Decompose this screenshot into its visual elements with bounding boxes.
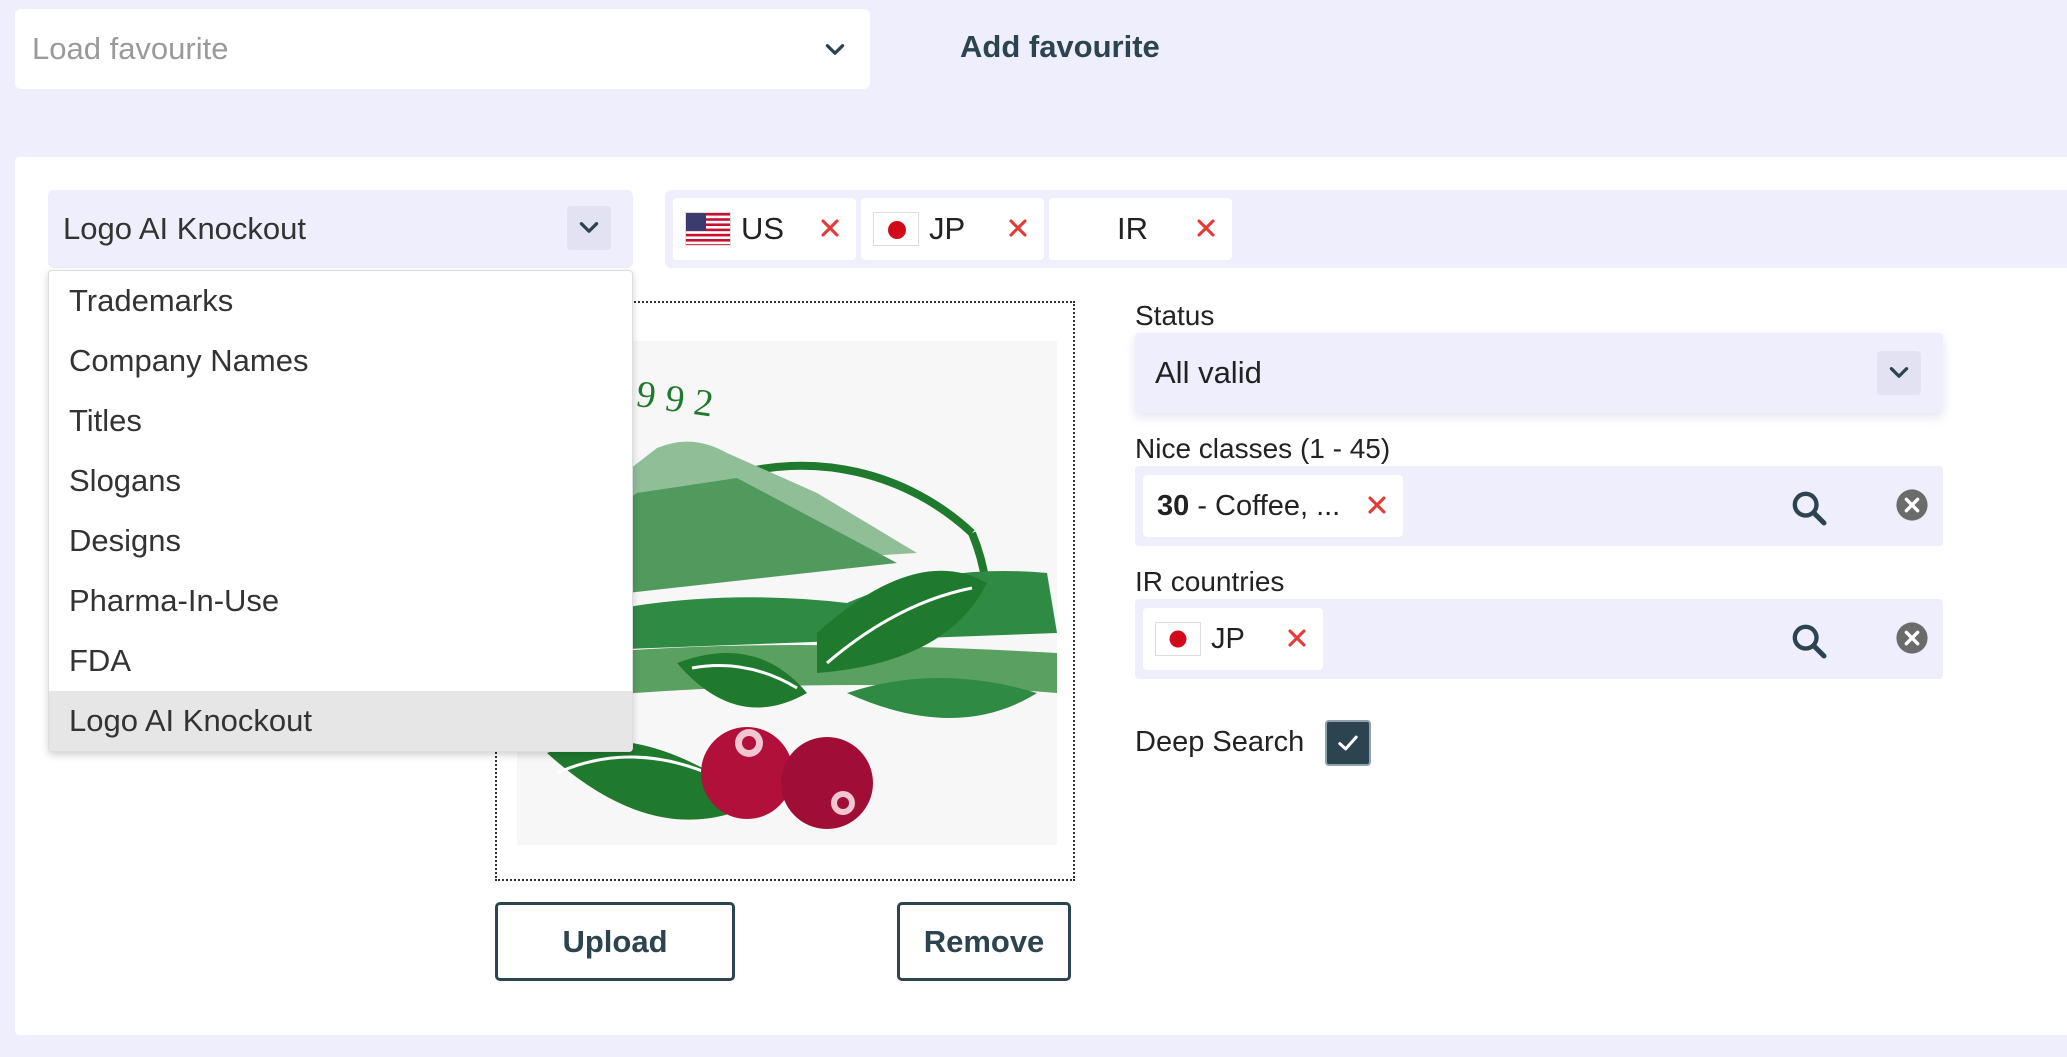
ir-countries-field[interactable]: JP bbox=[1135, 599, 1943, 679]
search-type-option[interactable]: Trademarks bbox=[49, 271, 632, 331]
search-type-option[interactable]: Pharma-In-Use bbox=[49, 571, 632, 631]
remove-country-icon[interactable] bbox=[1004, 214, 1032, 242]
country-selector[interactable]: US JP IR bbox=[665, 190, 2067, 268]
search-icon[interactable] bbox=[1789, 621, 1829, 661]
checkmark-icon bbox=[1338, 735, 1358, 751]
ir-country-code: JP bbox=[1211, 622, 1245, 655]
search-icon[interactable] bbox=[1789, 488, 1829, 528]
load-favourite-placeholder: Load favourite bbox=[32, 31, 229, 66]
chevron-down-icon bbox=[1889, 367, 1909, 378]
search-type-select[interactable]: Logo AI Knockout bbox=[48, 190, 633, 268]
jp-flag-icon bbox=[873, 212, 919, 246]
nice-classes-label: Nice classes (1 - 45) bbox=[1135, 433, 1391, 464]
deep-search-checkbox[interactable] bbox=[1325, 720, 1371, 766]
remove-ir-country-icon[interactable] bbox=[1283, 624, 1311, 652]
us-flag-icon bbox=[685, 212, 731, 246]
search-type-option[interactable]: Titles bbox=[49, 391, 632, 451]
ir-country-tag: JP bbox=[1143, 608, 1323, 670]
nice-classes-field[interactable]: 30 - Coffee, ... bbox=[1135, 466, 1943, 546]
search-type-option[interactable]: Slogans bbox=[49, 451, 632, 511]
status-toggle[interactable] bbox=[1877, 351, 1921, 395]
country-chip-ir: IR bbox=[1049, 198, 1232, 260]
chevron-down-icon bbox=[579, 222, 599, 233]
remove-country-icon[interactable] bbox=[1192, 214, 1220, 242]
nice-class-text: - Coffee, ... bbox=[1189, 489, 1341, 522]
search-type-option[interactable]: Company Names bbox=[49, 331, 632, 391]
search-type-dropdown: Trademarks Company Names Titles Slogans … bbox=[48, 270, 633, 752]
country-code: IR bbox=[1117, 211, 1148, 246]
search-type-option[interactable]: FDA bbox=[49, 631, 632, 691]
status-value: All valid bbox=[1155, 355, 1262, 390]
clear-icon[interactable] bbox=[1895, 488, 1929, 522]
status-label: Status bbox=[1135, 300, 1215, 331]
clear-icon[interactable] bbox=[1895, 621, 1929, 655]
chevron-down-icon bbox=[825, 44, 845, 55]
remove-country-icon[interactable] bbox=[816, 214, 844, 242]
country-code: JP bbox=[929, 211, 966, 246]
country-chip-us: US bbox=[673, 198, 856, 260]
nice-class-tag: 30 - Coffee, ... bbox=[1143, 475, 1403, 537]
jp-flag-icon bbox=[1155, 622, 1201, 656]
search-type-toggle[interactable] bbox=[567, 206, 611, 250]
country-chip-jp: JP bbox=[861, 198, 1044, 260]
ir-countries-label: IR countries bbox=[1135, 566, 1285, 597]
deep-search-label: Deep Search bbox=[1135, 726, 1305, 758]
nice-class-number: 30 bbox=[1157, 489, 1190, 522]
remove-class-icon[interactable] bbox=[1363, 491, 1391, 519]
load-favourite-select[interactable]: Load favourite bbox=[15, 9, 870, 89]
remove-button[interactable]: Remove bbox=[897, 902, 1071, 981]
search-type-value: Logo AI Knockout bbox=[63, 211, 307, 246]
search-type-option[interactable]: Designs bbox=[49, 511, 632, 571]
add-favourite-button[interactable]: Add favourite bbox=[960, 24, 1160, 70]
upload-button[interactable]: Upload bbox=[495, 902, 735, 981]
status-select[interactable]: All valid bbox=[1135, 333, 1943, 413]
search-type-option-selected[interactable]: Logo AI Knockout bbox=[49, 691, 632, 751]
country-code: US bbox=[741, 211, 785, 246]
